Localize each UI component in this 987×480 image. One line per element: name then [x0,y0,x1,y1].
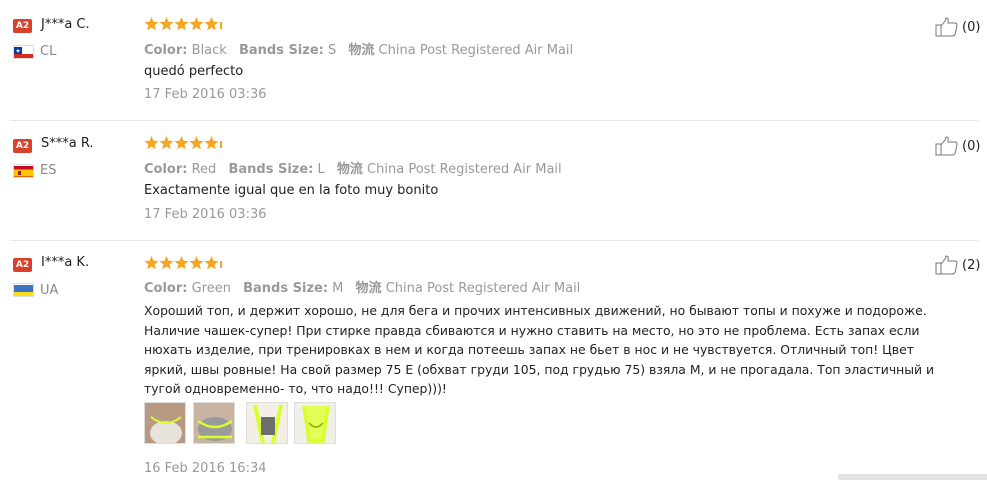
size-value: L [317,162,325,177]
star-rating [144,16,224,32]
shipping-value: China Post Registered Air Mail [385,281,581,296]
reviewer-name: I***a K. [41,255,90,270]
review-photo-thumbnail[interactable] [144,402,186,444]
helpful-count: (0) [962,139,981,154]
order-attributes: Color: Black Bands Size: S 物流 China Post… [144,39,573,58]
buyer-level-badge: A2 [13,139,32,153]
color-label: Color: [144,43,188,58]
flag-cl-icon [13,45,34,59]
review-text: Хороший топ, и держит хорошо, не для бег… [144,301,980,399]
divider [10,240,978,241]
review-text-line: Хороший топ, и держит хорошо, не для бег… [144,303,927,318]
review-photo-thumbnail[interactable] [246,402,288,444]
buyer-level-badge: A2 [13,258,32,272]
size-label: Bands Size: [228,162,314,177]
review-text-line: Наличие чашек-супер! При стирке правда с… [144,322,920,338]
review-date: 16 Feb 2016 16:34 [144,461,267,476]
review-text: Exactamente igual que en la foto muy bon… [144,183,439,198]
country-code: UA [40,283,59,298]
review-date: 17 Feb 2016 03:36 [144,207,267,222]
flag-es-icon [13,164,34,178]
size-label: Bands Size: [238,43,324,58]
color-value: Green [191,281,231,296]
country-code: CL [40,44,57,59]
review-text-line: тугой одновременно- то, что надо!!! Супе… [144,381,447,396]
review-photo-thumbnail[interactable] [294,402,336,444]
divider [10,120,978,121]
thumbs-up-icon [935,255,958,275]
review-text-line: яркий, швы ровные! На свой размер 75 E (… [144,361,935,377]
shipping-label: 物流 [336,162,363,177]
flag-ua-icon [13,283,34,297]
order-attributes: Color: Red Bands Size: L 物流 China Post R… [144,158,562,177]
review-photo-thumbnail[interactable] [193,402,235,444]
thumbs-up-icon [935,136,958,156]
review-text-line: нюхать изделие, при тренировках в нем и … [144,342,914,357]
shipping-label: 物流 [348,43,375,58]
helpful-count: (2) [962,258,981,273]
shipping-value: China Post Registered Air Mail [378,43,574,58]
review-date: 17 Feb 2016 03:36 [144,87,267,102]
star-rating [144,135,224,151]
helpful-count: (0) [962,20,981,35]
thumbs-up-icon [935,17,958,37]
color-value: Red [191,162,217,177]
color-label: Color: [144,281,188,296]
reviewer-name: S***a R. [41,136,94,151]
horizontal-scrollbar[interactable] [838,474,987,480]
reviewer-name: J***a C. [41,17,90,32]
color-value: Black [191,43,227,58]
size-value: M [332,281,344,296]
size-label: Bands Size: [243,281,329,296]
review-text: quedó perfecto [144,64,244,79]
size-value: S [327,43,337,58]
star-rating [144,255,224,271]
color-label: Color: [144,162,188,177]
buyer-level-badge: A2 [13,19,32,33]
shipping-value: China Post Registered Air Mail [367,162,562,177]
shipping-label: 物流 [355,281,382,296]
country-code: ES [40,163,57,178]
order-attributes: Color: Green Bands Size: M 物流 China Post… [144,277,580,296]
